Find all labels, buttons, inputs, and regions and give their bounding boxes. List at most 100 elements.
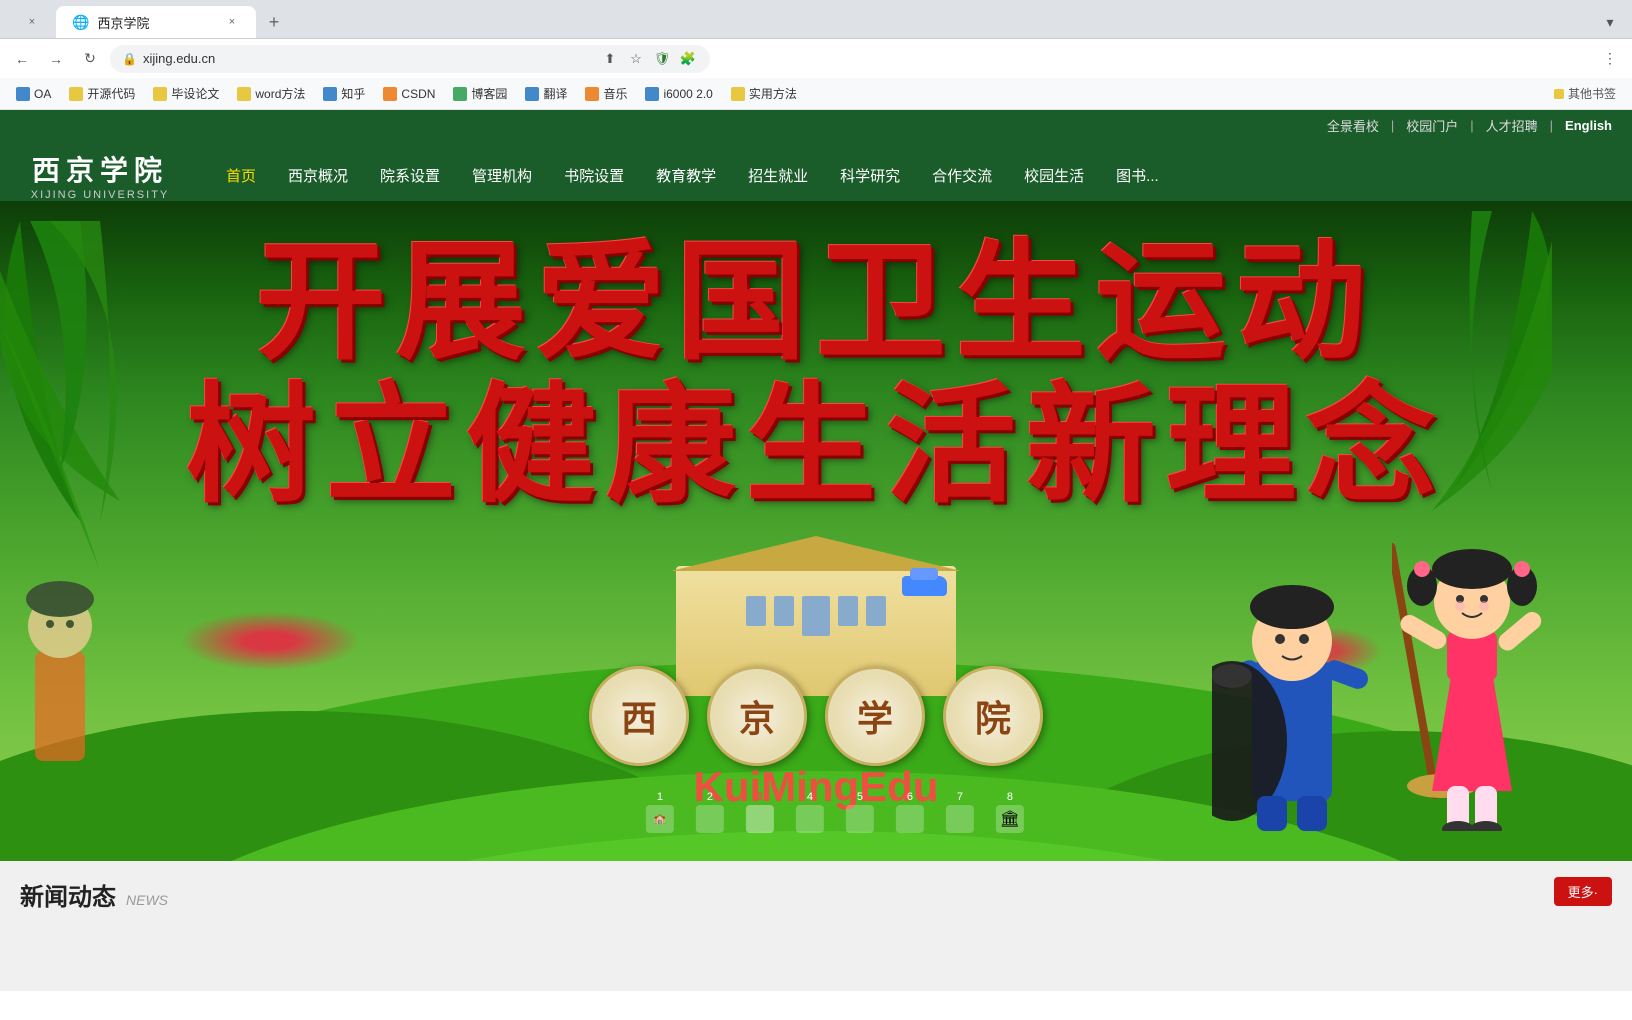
slide-6[interactable]: 6 [896,791,924,833]
bookmark-i6000-icon [645,87,659,101]
cartoon-girl-right [1392,481,1552,831]
bookmark-zhihu-icon [323,87,337,101]
header-link-portal[interactable]: 校园门户 [1406,116,1458,135]
slide-icon-8: 🏛 [996,805,1024,833]
nav-enrollment[interactable]: 招生就业 [732,155,824,196]
medallions-row: 西 京 学 院 [589,666,1043,766]
cartoon-left-character [10,531,110,781]
slide-5[interactable]: 5 [846,791,874,833]
header-link-panorama[interactable]: 全景看校 [1327,116,1379,135]
bookmark-zhihu[interactable]: 知乎 [315,83,373,104]
bookmark-music-icon [585,87,599,101]
bookmark-word-label: word方法 [255,85,305,102]
browser-window: × 🌐 西京学院 × + ▾ ← → ↻ 🔒 xijing.edu.cn ⬆ ☆… [0,0,1632,110]
bookmark-translate[interactable]: 翻译 [517,83,575,104]
star-icon[interactable]: ☆ [626,49,646,69]
header-sep-3: | [1550,118,1553,133]
bookmark-opensrc-icon [69,87,83,101]
bookmark-cnblogs[interactable]: 博客园 [445,83,515,104]
website-content: 全景看校 | 校园门户 | 人才招聘 | English 西京学院 XIJING… [0,110,1632,991]
bookmark-cnblogs-label: 博客园 [471,85,507,102]
header-link-recruit[interactable]: 人才招聘 [1486,116,1538,135]
nav-management[interactable]: 管理机构 [456,155,548,196]
hero-banner: 开展爱国卫生运动 树立健康生活新理念 西 京 学 院 [0,201,1632,861]
bookmark-methods[interactable]: 实用方法 [723,83,805,104]
more-bookmarks: 其他书签 [1546,83,1624,104]
slide-7[interactable]: 7 [946,791,974,833]
address-url: xijing.edu.cn [143,51,594,66]
bookmark-word[interactable]: word方法 [229,83,313,104]
tab-overflow-button[interactable]: ▾ [1596,8,1624,36]
slide-3[interactable]: 3 [746,791,774,833]
hero-line1: 开展爱国卫生运动 [60,231,1572,374]
car-top [910,568,938,580]
hero-main-text: 开展爱国卫生运动 树立健康生活新理念 [60,231,1572,517]
slide-4[interactable]: 4 [796,791,824,833]
nav-home[interactable]: 首页 [210,155,272,196]
forward-button[interactable]: → [42,45,70,73]
address-bar[interactable]: 🔒 xijing.edu.cn ⬆ ☆ 🛡 🧩 [110,45,710,73]
bookmark-music[interactable]: 音乐 [577,83,635,104]
nav-cooperation[interactable]: 合作交流 [916,155,1008,196]
nav-library[interactable]: 图书... [1100,155,1175,196]
more-bookmarks-label: 其他书签 [1568,85,1616,102]
bookmark-oa[interactable]: OA [8,85,59,103]
news-subtitle: NEWS [126,892,168,908]
share-icon[interactable]: ⬆ [600,49,620,69]
slide-8[interactable]: 8 🏛 [996,791,1024,833]
bookmark-opensrc-label: 开源代码 [87,85,135,102]
bookmark-music-label: 音乐 [603,85,627,102]
slide-indicators: 1 🏫 2 3 4 5 6 [646,791,1024,833]
bookmark-zhihu-label: 知乎 [341,85,365,102]
more-button[interactable]: 更多· [1554,877,1612,906]
nav-campus[interactable]: 校园生活 [1008,155,1100,196]
nav-research[interactable]: 科学研究 [824,155,916,196]
customize-button[interactable]: ⋮ [1596,45,1624,73]
bookmark-csdn[interactable]: CSDN [375,85,443,103]
slide-num-7: 7 [957,791,963,803]
new-tab-button[interactable]: + [260,8,288,36]
nav-education[interactable]: 教育教学 [640,155,732,196]
slide-num-5: 5 [857,791,863,803]
window [774,596,794,626]
logo-area[interactable]: 西京学院 XIJING UNIVERSITY [20,149,180,201]
header-sep-2: | [1470,118,1473,133]
slide-icon-4 [796,805,824,833]
slide-1[interactable]: 1 🏫 [646,791,674,833]
slide-num-4: 4 [807,791,813,803]
bookmark-methods-icon [731,87,745,101]
tab-bar: × 🌐 西京学院 × + ▾ [0,0,1632,38]
hero-line2: 树立健康生活新理念 [60,374,1572,517]
bookmark-methods-label: 实用方法 [749,85,797,102]
medallion-1: 西 [589,666,689,766]
bookmark-opensrc[interactable]: 开源代码 [61,83,143,104]
refresh-button[interactable]: ↻ [76,45,104,73]
tab-active-close[interactable]: × [224,14,240,30]
back-button[interactable]: ← [8,45,36,73]
tab-active[interactable]: 🌐 西京学院 × [56,6,256,38]
header-link-english[interactable]: English [1565,118,1612,133]
slide-2[interactable]: 2 [696,791,724,833]
tab-inactive-close[interactable]: × [24,14,40,30]
header-sep-1: | [1391,118,1394,133]
bookmark-i6000-label: i6000 2.0 [663,87,712,101]
building-windows [746,596,886,636]
nav-departments[interactable]: 院系设置 [364,155,456,196]
shield-icon: 🛡 [652,49,672,69]
tab-inactive[interactable]: × [8,6,56,38]
slide-num-8: 8 [1007,791,1013,803]
bookmark-csdn-label: CSDN [401,87,435,101]
nav-about[interactable]: 西京概况 [272,155,364,196]
bookmark-i6000[interactable]: i6000 2.0 [637,85,720,103]
window [746,596,766,626]
slide-num-3: 3 [757,791,763,803]
medallion-3: 学 [825,666,925,766]
medallion-4: 院 [943,666,1043,766]
nav-menu: 首页 西京概况 院系设置 管理机构 书院设置 教育教学 招生就业 科学研究 合作… [210,155,1612,196]
slide-icon-5 [846,805,874,833]
extension-icon[interactable]: 🧩 [678,49,698,69]
bookmark-thesis[interactable]: 毕设论文 [145,83,227,104]
bottom-section: 新闻动态 NEWS 更多· [0,861,1632,991]
news-title: 新闻动态 [20,877,116,912]
nav-college[interactable]: 书院设置 [548,155,640,196]
